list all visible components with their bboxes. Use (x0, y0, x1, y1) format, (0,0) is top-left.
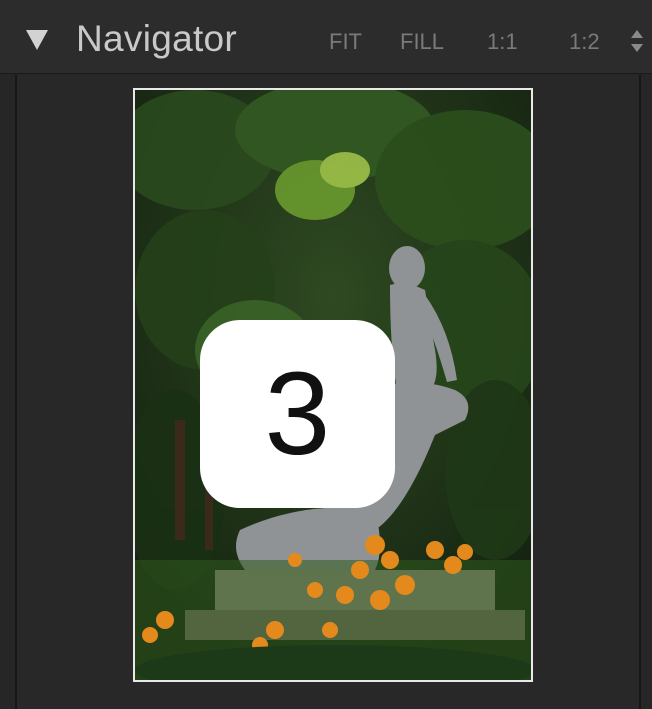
zoom-fit-option[interactable]: FIT (329, 29, 362, 55)
callout-badge: 3 (200, 320, 395, 508)
zoom-1-2-option[interactable]: 1:2 (569, 29, 600, 55)
panel-title: Navigator (76, 18, 238, 59)
navigator-header: Navigator FIT FILL 1:1 1:2 (0, 0, 652, 74)
zoom-1-1-option[interactable]: 1:1 (487, 29, 518, 55)
callout-number: 3 (264, 348, 331, 480)
triangle-down-icon[interactable] (26, 30, 48, 50)
up-down-arrows-icon[interactable] (629, 28, 645, 54)
zoom-fill-option[interactable]: FILL (400, 29, 444, 55)
